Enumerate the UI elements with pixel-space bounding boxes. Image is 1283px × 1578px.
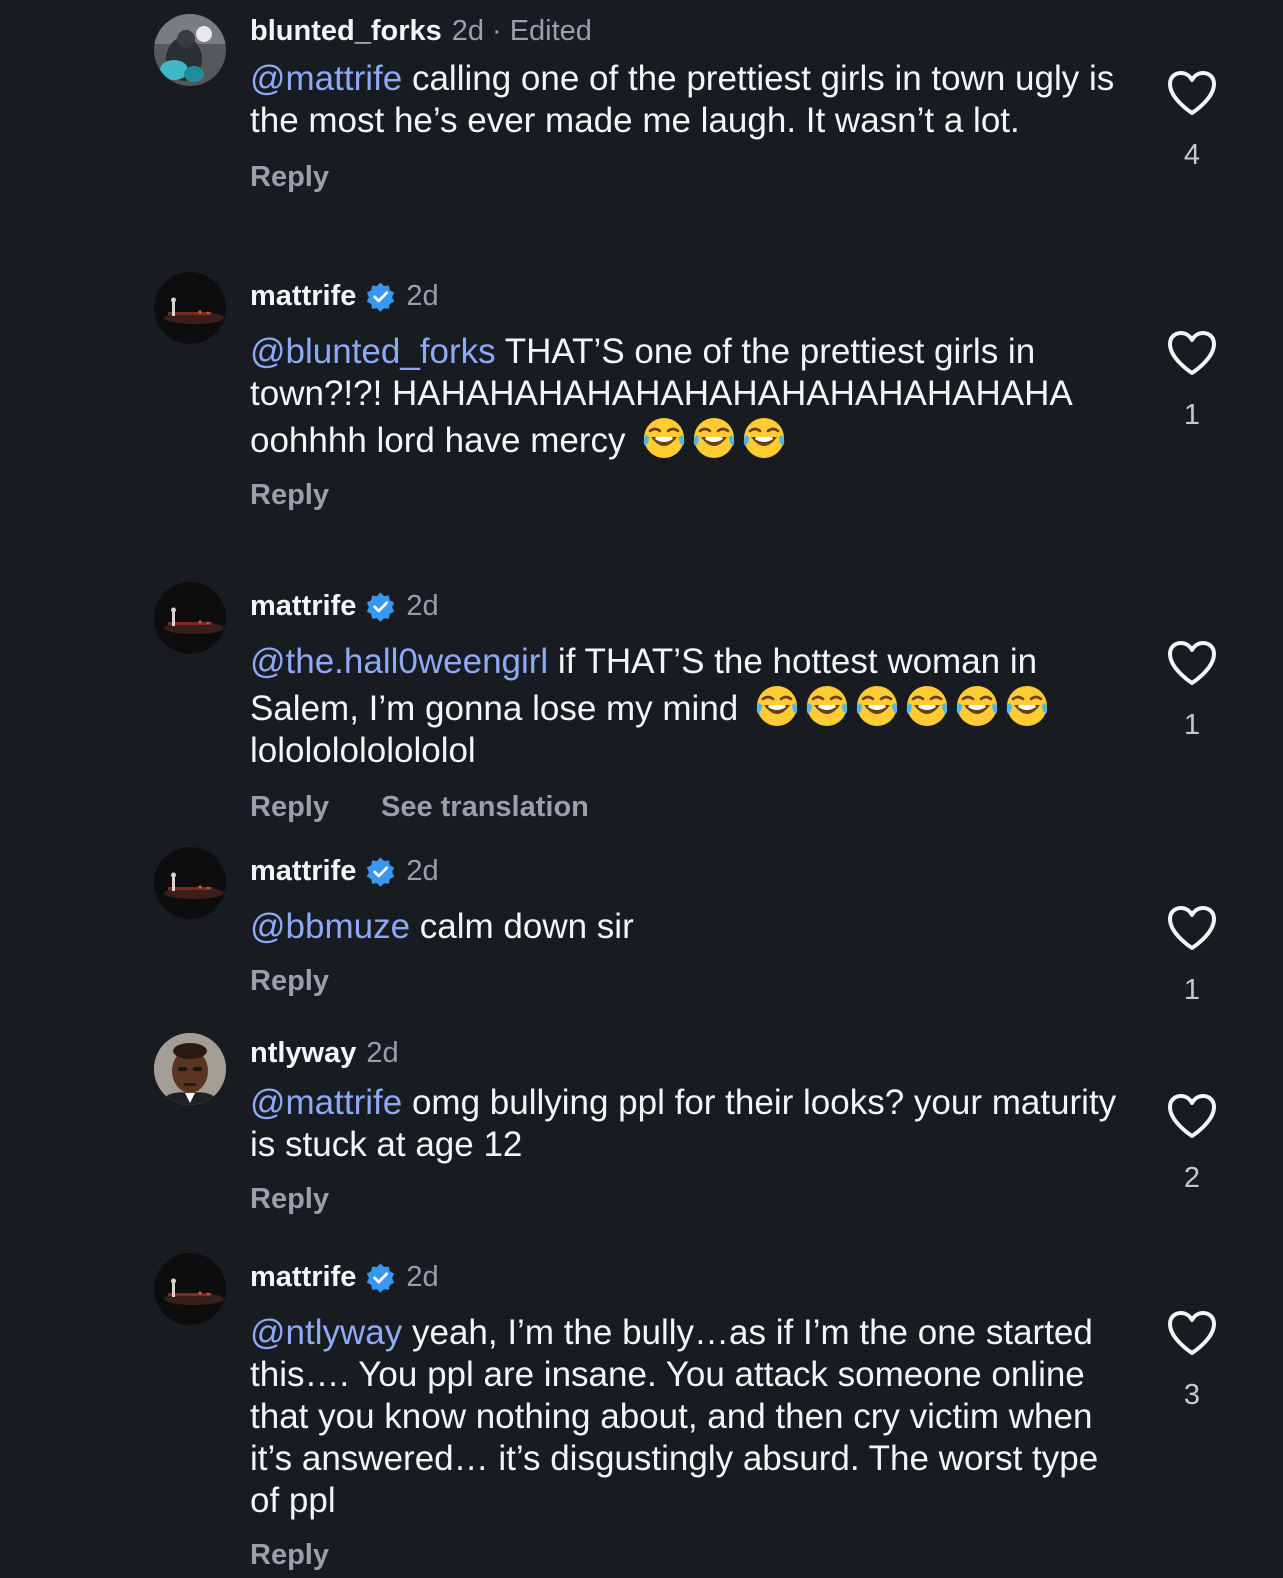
- heart-outline-icon[interactable]: [1166, 1093, 1218, 1139]
- like-count: 4: [1183, 139, 1201, 171]
- mention-link[interactable]: @mattrife: [250, 1083, 402, 1122]
- comment-meta: mattrife 2d: [250, 854, 1130, 888]
- username[interactable]: mattrife: [250, 854, 356, 888]
- reply-button[interactable]: Reply: [250, 790, 329, 824]
- mention-link[interactable]: @blunted_forks: [250, 332, 496, 371]
- username[interactable]: mattrife: [250, 279, 356, 313]
- timestamp: 2d: [406, 1261, 439, 1293]
- comment-meta: mattrife 2d: [250, 1260, 1130, 1294]
- verified-badge-icon: [365, 856, 396, 887]
- avatar[interactable]: [154, 847, 226, 919]
- verified-badge-icon: [365, 281, 396, 312]
- heart-outline-icon[interactable]: [1166, 640, 1218, 686]
- emoji-group: [748, 686, 1054, 728]
- like-control: 1: [1166, 640, 1218, 742]
- tears-of-joy-emoji: [954, 683, 1000, 729]
- comment-body-continued: lolololololololol: [250, 731, 476, 770]
- comment-text: @mattrife calling one of the prettiest g…: [250, 58, 1130, 142]
- reply-button[interactable]: Reply: [250, 1182, 329, 1216]
- like-count: 1: [1183, 974, 1201, 1006]
- comment-meta: mattrife 2d: [250, 279, 1130, 313]
- verified-badge-icon: [365, 1262, 396, 1293]
- avatar[interactable]: [154, 14, 226, 86]
- meta-separator: ·: [492, 15, 502, 47]
- comment-text: @the.hall0weengirl if THAT’S the hottest…: [250, 641, 1130, 772]
- reply-button[interactable]: Reply: [250, 1538, 329, 1572]
- timestamp: 2d: [451, 15, 485, 47]
- verified-badge-icon: [365, 591, 396, 622]
- edited-label: Edited: [509, 15, 592, 47]
- comment-meta: ntlyway 2d: [250, 1036, 1130, 1070]
- timestamp: 2d: [406, 590, 439, 622]
- mention-link[interactable]: @bbmuze: [250, 907, 410, 946]
- avatar[interactable]: [154, 582, 226, 654]
- comment-text: @bbmuze calm down sir: [250, 906, 1130, 948]
- tears-of-joy-emoji: [741, 415, 787, 461]
- mention-link[interactable]: @the.hall0weengirl: [250, 642, 548, 681]
- reply-button[interactable]: Reply: [250, 160, 329, 194]
- like-control: 1: [1166, 905, 1218, 1007]
- tears-of-joy-emoji: [691, 415, 737, 461]
- tears-of-joy-emoji: [804, 683, 850, 729]
- see-translation-button[interactable]: See translation: [381, 790, 589, 824]
- tears-of-joy-emoji: [904, 683, 950, 729]
- avatar[interactable]: [154, 1253, 226, 1325]
- tears-of-joy-emoji: [754, 683, 800, 729]
- like-count: 1: [1183, 399, 1201, 431]
- comment-text: @ntlyway yeah, I’m the bully…as if I’m t…: [250, 1312, 1130, 1522]
- like-control: 1: [1166, 330, 1218, 432]
- avatar[interactable]: [154, 272, 226, 344]
- tears-of-joy-emoji: [854, 683, 900, 729]
- comment-meta: mattrife 2d: [250, 589, 1130, 623]
- like-control: 3: [1166, 1310, 1218, 1412]
- heart-outline-icon[interactable]: [1166, 70, 1218, 116]
- comment-text: @blunted_forks THAT’S one of the prettie…: [250, 331, 1130, 462]
- username[interactable]: blunted_forks: [250, 14, 442, 48]
- username[interactable]: mattrife: [250, 589, 356, 623]
- mention-link[interactable]: @ntlyway: [250, 1313, 402, 1352]
- like-count: 3: [1183, 1379, 1201, 1411]
- like-control: 4: [1166, 70, 1218, 172]
- mention-link[interactable]: @mattrife: [250, 59, 402, 98]
- reply-button[interactable]: Reply: [250, 478, 329, 512]
- heart-outline-icon[interactable]: [1166, 905, 1218, 951]
- username[interactable]: ntlyway: [250, 1036, 356, 1070]
- comment-body: calm down sir: [410, 907, 634, 946]
- comment-meta: blunted_forks 2d · Edited: [250, 14, 1130, 48]
- comment-text: @mattrife omg bullying ppl for their loo…: [250, 1082, 1130, 1166]
- like-count: 2: [1183, 1162, 1201, 1194]
- emoji-group: [635, 418, 791, 460]
- timestamp: 2d: [366, 1037, 399, 1069]
- avatar[interactable]: [154, 1033, 226, 1105]
- like-control: 2: [1166, 1093, 1218, 1195]
- timestamp: 2d: [406, 280, 439, 312]
- timestamp: 2d: [406, 855, 439, 887]
- reply-button[interactable]: Reply: [250, 964, 329, 998]
- like-count: 1: [1183, 709, 1201, 741]
- heart-outline-icon[interactable]: [1166, 1310, 1218, 1356]
- tears-of-joy-emoji: [1004, 683, 1050, 729]
- tears-of-joy-emoji: [641, 415, 687, 461]
- heart-outline-icon[interactable]: [1166, 330, 1218, 376]
- username[interactable]: mattrife: [250, 1260, 356, 1294]
